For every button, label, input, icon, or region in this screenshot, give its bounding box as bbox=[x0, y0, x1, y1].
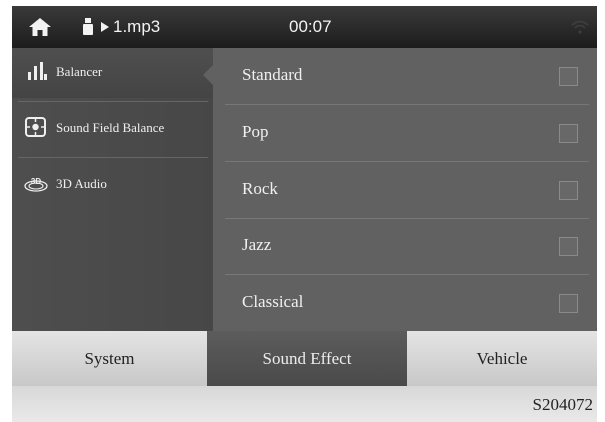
preset-checkbox[interactable] bbox=[559, 181, 578, 200]
status-bar: 1.mp3 00:07 bbox=[12, 6, 597, 48]
sidebar-item-label: Balancer bbox=[56, 64, 103, 79]
signal-icon bbox=[571, 20, 589, 34]
preset-checkbox[interactable] bbox=[559, 67, 578, 86]
home-icon[interactable] bbox=[29, 18, 51, 36]
figure-caption-strip: S204072 bbox=[12, 386, 597, 422]
preset-label: Pop bbox=[242, 122, 269, 141]
preset-checkbox[interactable] bbox=[559, 294, 578, 313]
usb-icon bbox=[83, 18, 93, 35]
sound-field-icon bbox=[25, 117, 46, 137]
preset-row-jazz[interactable]: Jazz bbox=[213, 218, 597, 274]
sidebar-item-label: 3D Audio bbox=[56, 176, 107, 191]
preset-checkbox[interactable] bbox=[559, 124, 578, 143]
divider bbox=[18, 157, 208, 158]
figure-code: S204072 bbox=[532, 395, 593, 414]
tab-sound-effect[interactable]: Sound Effect bbox=[207, 331, 407, 386]
play-icon bbox=[101, 22, 109, 32]
equalizer-bars-icon bbox=[28, 62, 47, 80]
preset-row-rock[interactable]: Rock bbox=[213, 162, 597, 218]
clock: 00:07 bbox=[289, 17, 332, 36]
preset-label: Classical bbox=[242, 292, 304, 311]
divider bbox=[18, 101, 208, 102]
preset-checkbox[interactable] bbox=[559, 237, 578, 256]
infotainment-screen: 1.mp3 00:07 Balancer Sound Field Balance… bbox=[12, 6, 597, 386]
sidebar-item-balancer[interactable]: Balancer bbox=[12, 48, 213, 98]
preset-label: Standard bbox=[242, 65, 303, 84]
preset-label: Jazz bbox=[242, 235, 272, 254]
preset-row-classical[interactable]: Classical bbox=[213, 275, 597, 331]
sound-effect-sidebar: Balancer Sound Field Balance 3D 3D Audio bbox=[12, 48, 213, 331]
track-name: 1.mp3 bbox=[113, 17, 161, 36]
3d-audio-icon: 3D bbox=[24, 177, 48, 192]
sidebar-item-3d-audio[interactable]: 3D 3D Audio bbox=[12, 160, 213, 210]
bottom-tab-bar: System Sound Effect Vehicle bbox=[12, 331, 597, 386]
tab-system[interactable]: System bbox=[12, 331, 207, 386]
tab-vehicle[interactable]: Vehicle bbox=[407, 331, 597, 386]
3d-audio-icon-text: 3D bbox=[31, 177, 41, 186]
preset-list: Standard Pop Rock Jazz Classical bbox=[213, 48, 597, 331]
preset-row-standard[interactable]: Standard bbox=[213, 48, 597, 104]
preset-label: Rock bbox=[242, 179, 278, 198]
sidebar-item-label: Sound Field Balance bbox=[56, 120, 165, 135]
sidebar-item-sound-field-balance[interactable]: Sound Field Balance bbox=[12, 104, 213, 154]
preset-row-pop[interactable]: Pop bbox=[213, 105, 597, 161]
